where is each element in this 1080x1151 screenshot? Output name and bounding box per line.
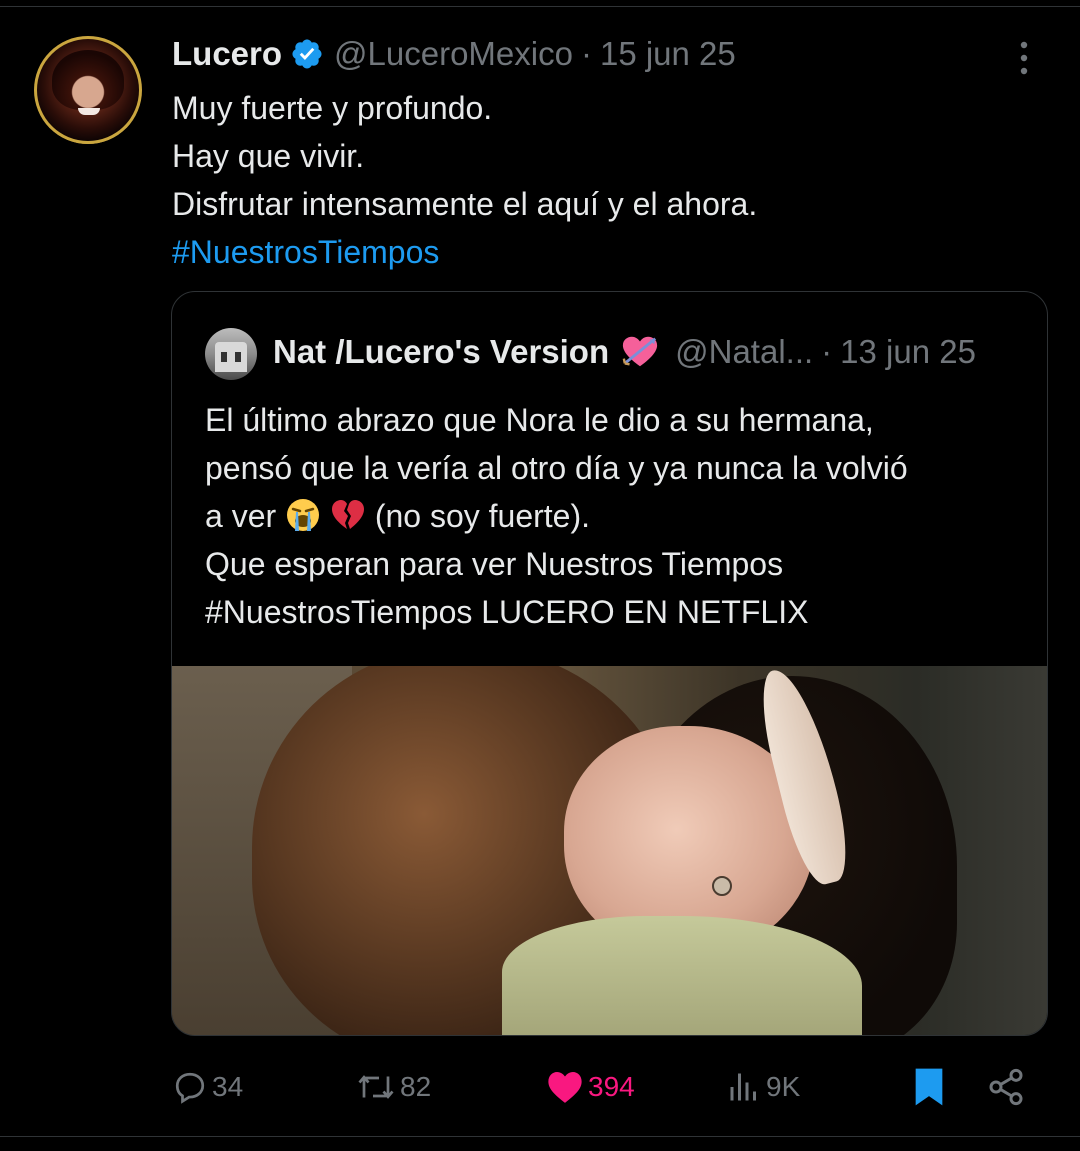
repost-button[interactable]: 82 <box>356 1062 431 1112</box>
like-button[interactable]: 394 <box>546 1062 635 1112</box>
tweet-line: Hay que vivir. <box>172 138 365 174</box>
tweet-line: Disfrutar intensamente el aquí y el ahor… <box>172 186 758 222</box>
author-avatar[interactable] <box>34 36 142 144</box>
loudly-crying-face-emoji <box>287 499 320 531</box>
share-icon <box>989 1068 1023 1106</box>
quoted-line: #NuestrosTiempos LUCERO EN NETFLIX <box>205 594 809 630</box>
bookmark-icon <box>915 1068 943 1106</box>
quoted-line-3-start: a ver <box>205 498 277 534</box>
reply-button[interactable]: 34 <box>172 1062 243 1112</box>
views-count: 9K <box>766 1071 801 1102</box>
quoted-line: Que esperan para ver Nuestros Tiempos <box>205 546 784 582</box>
tweet-date[interactable]: 15 jun 25 <box>600 35 736 73</box>
tweet-line: Muy fuerte y profundo. <box>172 90 493 126</box>
author-handle[interactable]: @LuceroMexico <box>334 35 573 73</box>
action-bar: 34 82 394 9K <box>0 1062 1080 1112</box>
quoted-tweet-date[interactable]: 13 jun 25 <box>840 333 976 371</box>
quoted-tweet-text: El último abrazo que Nora le dio a su he… <box>205 396 908 636</box>
author-name[interactable]: Lucero <box>172 35 282 73</box>
quoted-line-3-end: (no soy fuerte). <box>374 498 591 534</box>
quoted-media-image[interactable] <box>172 666 1047 1035</box>
more-vertical-icon[interactable] <box>1014 40 1034 76</box>
tweet-header: Lucero @LuceroMexico · 15 jun 25 <box>172 32 736 76</box>
tweet-text: Muy fuerte y profundo. Hay que vivir. Di… <box>172 84 757 276</box>
quoted-author-name[interactable]: Nat /Lucero's Version <box>273 333 609 371</box>
reply-icon <box>175 1072 205 1104</box>
hashtag-link[interactable]: #NuestrosTiempos <box>172 228 757 276</box>
repost-count: 82 <box>400 1071 432 1102</box>
bookmark-button[interactable] <box>912 1062 946 1112</box>
views-icon <box>730 1073 756 1101</box>
broken-heart-emoji <box>331 500 364 529</box>
quoted-tweet-header: Nat /Lucero's Version @Natal... · 13 jun… <box>273 330 976 374</box>
quoted-author-avatar[interactable] <box>205 328 257 380</box>
heart-with-arrow-emoji <box>622 336 658 367</box>
quoted-line: pensó que la vería al otro día y ya nunc… <box>205 450 908 486</box>
quoted-line-3: a ver (no soy fuerte). <box>205 492 908 540</box>
reply-count: 34 <box>212 1071 244 1102</box>
heart-icon <box>548 1071 582 1103</box>
quoted-author-handle[interactable]: @Natal... <box>675 333 813 371</box>
top-divider <box>0 6 1080 7</box>
separator-dot: · <box>821 333 833 370</box>
verified-badge-icon <box>292 39 322 69</box>
like-count: 394 <box>588 1071 635 1102</box>
separator-dot: · <box>580 35 592 72</box>
bottom-divider <box>0 1136 1080 1137</box>
views-button[interactable]: 9K <box>726 1062 800 1112</box>
quoted-tweet[interactable]: Nat /Lucero's Version @Natal... · 13 jun… <box>171 291 1048 1036</box>
quoted-line: El último abrazo que Nora le dio a su he… <box>205 402 874 438</box>
repost-icon <box>358 1075 394 1099</box>
share-button[interactable] <box>986 1062 1026 1112</box>
